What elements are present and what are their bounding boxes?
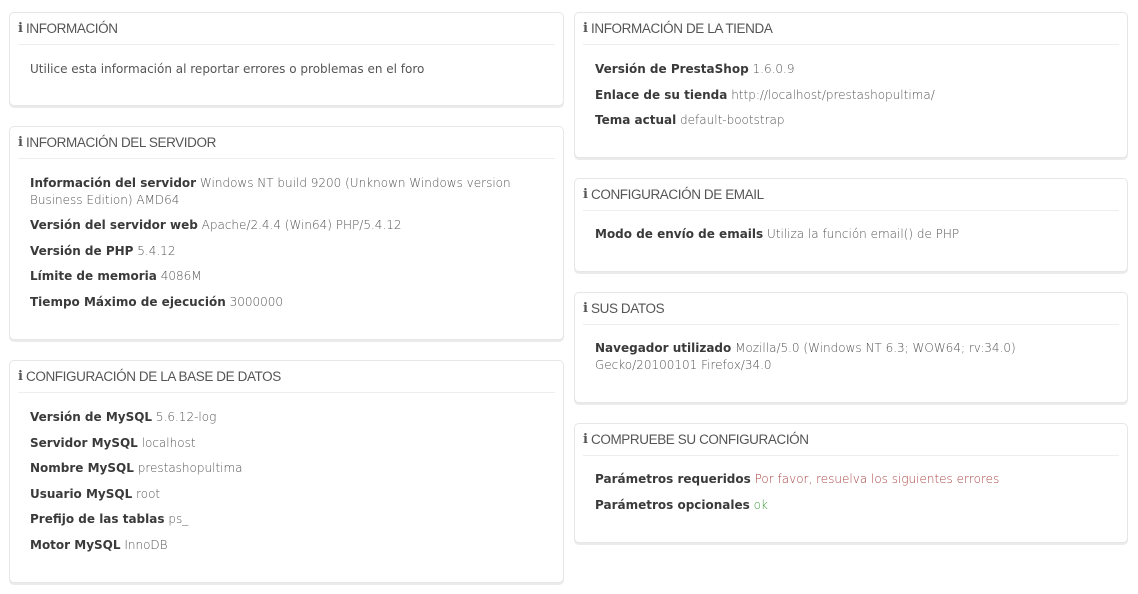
row-value: default-bootstrap (680, 113, 785, 127)
row-label: Servidor MySQL (30, 435, 138, 450)
row-label: Límite de memoria (30, 269, 157, 283)
panel-heading: i SUS DATOS (583, 293, 1119, 325)
info-row: Usuario MySQL root (30, 486, 547, 503)
panel-base-datos: i CONFIGURACIÓN DE LA BASE DE DATOS Vers… (9, 360, 564, 583)
panel-title: CONFIGURACIÓN DE LA BASE DE DATOS (26, 369, 281, 384)
panel-informacion: i INFORMACIÓN Utilice esta información a… (9, 12, 564, 106)
row-label: Versión de MySQL (30, 410, 153, 424)
info-icon: i (583, 301, 588, 316)
info-row: Límite de memoria 4086M (30, 268, 547, 285)
info-row: Motor MySQL InnoDB (30, 537, 547, 554)
status-ok-text: ok (753, 497, 768, 512)
panel-title: COMPRUEBE SU CONFIGURACIÓN (591, 432, 809, 447)
row-label: Parámetros opcionales (595, 497, 750, 512)
info-icon: i (18, 21, 23, 36)
info-row: Servidor MySQL localhost (30, 435, 547, 452)
row-label: Tiempo Máximo de ejecución (30, 294, 226, 309)
panel-comprobar: i COMPRUEBE SU CONFIGURACIÓN Parámetros … (574, 423, 1128, 543)
panel-heading: i INFORMACIÓN DE LA TIENDA (583, 13, 1119, 45)
panel-body: Información del servidor Windows NT buil… (30, 175, 547, 319)
info-icon: i (583, 187, 588, 202)
info-row: Información del servidor Windows NT buil… (30, 175, 547, 208)
status-error-text: Por favor, resuelva los siguientes error… (754, 472, 1000, 486)
panel-title: INFORMACIÓN (26, 21, 118, 36)
row-label: Versión de PHP (30, 243, 134, 258)
info-icon: i (583, 21, 588, 36)
row-value: InnoDB (124, 537, 168, 552)
panel-body: Utilice esta información al reportar err… (30, 61, 547, 78)
panel-body: Navegador utilizado Mozilla/5.0 (Windows… (595, 340, 1111, 382)
panel-heading: i CONFIGURACIÓN DE EMAIL (583, 179, 1119, 211)
info-row: Parámetros opcionales ok (595, 497, 1111, 514)
row-label: Información del servidor (30, 176, 197, 190)
info-icon: i (18, 369, 23, 384)
row-label: Usuario MySQL (30, 486, 133, 501)
row-value: Utiliza la función email() de PHP (767, 227, 960, 241)
panel-servidor: i INFORMACIÓN DEL SERVIDOR Información d… (9, 126, 564, 340)
panel-heading: i INFORMACIÓN (18, 13, 555, 45)
panel-body: Parámetros requeridos Por favor, resuelv… (595, 471, 1111, 522)
panel-title: INFORMACIÓN DEL SERVIDOR (26, 135, 216, 150)
row-label: Versión del servidor web (30, 218, 198, 232)
panel-title: CONFIGURACIÓN DE EMAIL (591, 187, 764, 202)
info-row: Parámetros requeridos Por favor, resuelv… (595, 471, 1111, 488)
info-icon: i (18, 135, 23, 150)
row-value: localhost (141, 435, 196, 450)
info-row: Tema actual default-bootstrap (595, 112, 1111, 129)
info-row: Enlace de su tienda http://localhost/pre… (595, 87, 1111, 104)
panel-body: Versión de PrestaShop 1.6.0.9 Enlace de … (595, 61, 1111, 138)
panel-tienda: i INFORMACIÓN DE LA TIENDA Versión de Pr… (574, 12, 1128, 158)
panel-description: Utilice esta información al reportar err… (30, 62, 425, 76)
info-row: Modo de envío de emails Utiliza la funci… (595, 226, 1111, 243)
row-label: Prefijo de las tablas (30, 512, 165, 526)
row-label: Parámetros requeridos (595, 472, 751, 486)
panel-heading: i COMPRUEBE SU CONFIGURACIÓN (583, 424, 1119, 456)
row-value: 5.4.12 (137, 243, 176, 258)
row-value: prestashopultima (137, 461, 243, 475)
info-row: Prefijo de las tablas ps_ (30, 511, 547, 528)
info-row: Versión de PrestaShop 1.6.0.9 (595, 61, 1111, 78)
row-value: ps_ (168, 512, 189, 526)
row-label: Enlace de su tienda (595, 87, 728, 102)
info-row: Versión de MySQL 5.6.12-log (30, 409, 547, 426)
row-value: http://localhost/prestashopultima/ (731, 87, 935, 102)
row-label: Motor MySQL (30, 537, 121, 552)
info-row: Versión de PHP 5.4.12 (30, 243, 547, 260)
row-label: Modo de envío de emails (595, 227, 764, 241)
info-row: Navegador utilizado Mozilla/5.0 (Windows… (595, 340, 1111, 373)
row-value: root (136, 486, 161, 501)
row-label: Nombre MySQL (30, 461, 134, 475)
info-row: Nombre MySQL prestashopultima (30, 460, 547, 477)
info-row: Tiempo Máximo de ejecución 3000000 (30, 294, 547, 311)
panel-title: INFORMACIÓN DE LA TIENDA (591, 21, 773, 36)
panel-body: Modo de envío de emails Utiliza la funci… (595, 226, 1111, 252)
panel-heading: i CONFIGURACIÓN DE LA BASE DE DATOS (18, 361, 555, 393)
row-value: 1.6.0.9 (752, 62, 795, 76)
row-value: Apache/2.4.4 (Win64) PHP/5.4.12 (201, 218, 402, 232)
panel-email: i CONFIGURACIÓN DE EMAIL Modo de envío d… (574, 178, 1128, 272)
row-value: 4086M (160, 269, 202, 283)
row-value: 3000000 (229, 294, 284, 309)
panel-datos: i SUS DATOS Navegador utilizado Mozilla/… (574, 292, 1128, 403)
panel-title: SUS DATOS (591, 301, 665, 316)
panel-body: Versión de MySQL 5.6.12-log Servidor MyS… (30, 409, 547, 562)
info-icon: i (583, 432, 588, 447)
row-label: Tema actual (595, 113, 677, 127)
row-value: 5.6.12-log (155, 410, 217, 424)
row-label: Navegador utilizado (595, 341, 732, 355)
panel-heading: i INFORMACIÓN DEL SERVIDOR (18, 127, 555, 159)
info-row: Versión del servidor web Apache/2.4.4 (W… (30, 217, 547, 234)
row-label: Versión de PrestaShop (595, 62, 749, 76)
